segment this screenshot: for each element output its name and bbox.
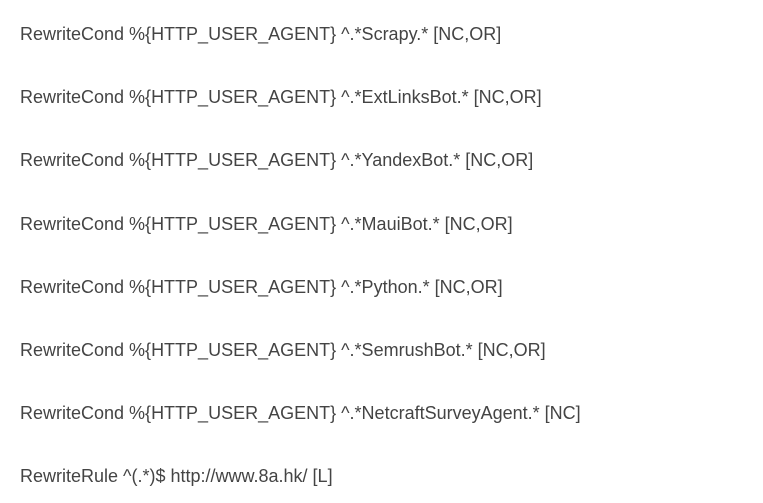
- config-line: RewriteRule ^(.*)$ http://www.8a.hk/ [L]: [20, 464, 743, 489]
- config-line: RewriteCond %{HTTP_USER_AGENT} ^.*Python…: [20, 275, 743, 300]
- config-line: RewriteCond %{HTTP_USER_AGENT} ^.*Scrapy…: [20, 22, 743, 47]
- config-line: RewriteCond %{HTTP_USER_AGENT} ^.*Semrus…: [20, 338, 743, 363]
- config-line: RewriteCond %{HTTP_USER_AGENT} ^.*Netcra…: [20, 401, 743, 426]
- config-line: RewriteCond %{HTTP_USER_AGENT} ^.*ExtLin…: [20, 85, 743, 110]
- config-line: RewriteCond %{HTTP_USER_AGENT} ^.*MauiBo…: [20, 212, 743, 237]
- config-text-block: RewriteCond %{HTTP_USER_AGENT} ^.*Scrapy…: [0, 0, 763, 490]
- config-line: RewriteCond %{HTTP_USER_AGENT} ^.*Yandex…: [20, 148, 743, 173]
